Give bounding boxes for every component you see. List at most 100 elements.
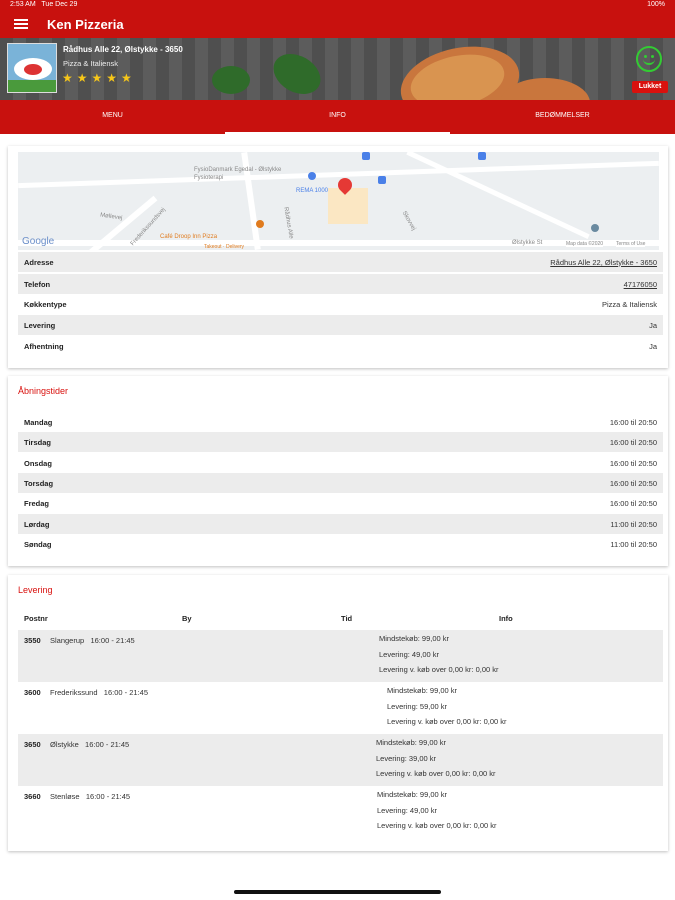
hours-day: Lørdag <box>24 519 50 529</box>
hours-row: Torsdag 16:00 til 20:50 <box>18 473 663 493</box>
hours-time: 11:00 til 20:50 <box>610 519 657 529</box>
hamburger-icon[interactable] <box>14 19 28 29</box>
hours-time: 16:00 til 20:50 <box>609 417 657 427</box>
map-view[interactable]: FysioDanmark Egedal - Ølstykke Fysiotera… <box>18 152 659 250</box>
min-order: Mindstekøb: 99,00 kr <box>376 738 447 747</box>
info-value: Pizza & Italiensk <box>601 299 657 309</box>
smiley-icon <box>636 46 662 72</box>
hours-time: 16:00 til 20:50 <box>609 437 657 447</box>
restaurant-cuisine: Pizza & Italiensk <box>63 59 119 68</box>
delivery-city-time: Slangerup 16:00 - 21:45 <box>50 636 135 645</box>
free-delivery-threshold: Levering v. køb over 0,00 kr: 0,00 kr <box>379 665 499 674</box>
tab-reviews[interactable]: BEDØMMELSER <box>450 100 675 134</box>
hours-day: Mandag <box>24 417 53 427</box>
info-key: Køkkentype <box>24 299 67 309</box>
delivery-postnr: 3660 <box>24 792 41 801</box>
map-label: Rådhus Alle <box>282 206 294 240</box>
hours-time: 11:00 til 20:50 <box>610 539 657 549</box>
app-bar: Ken Pizzeria <box>0 10 675 38</box>
free-delivery-threshold: Levering v. køb over 0,00 kr: 0,00 kr <box>387 717 507 726</box>
info-value: Ja <box>649 320 657 330</box>
tab-info[interactable]: INFO <box>225 100 450 134</box>
poi-icon <box>591 224 599 232</box>
delivery-fee: Levering: 39,00 kr <box>376 753 437 763</box>
delivery-row: 3600 Frederikssund 16:00 - 21:45 Mindste… <box>18 682 663 734</box>
status-bar: 2:53 AM Tue Dec 29 100% <box>0 0 675 10</box>
free-delivery-threshold: Levering v. køb over 0,00 kr: 0,00 kr <box>376 769 496 778</box>
restaurant-logo <box>7 43 57 93</box>
delivery-city-time: Ølstykke 16:00 - 21:45 <box>50 740 130 749</box>
delivery-postnr: 3600 <box>24 688 41 697</box>
tab-menu[interactable]: MENU <box>0 100 225 134</box>
delivery-row: 3660 Stenløse 16:00 - 21:45 Mindstekøb: … <box>18 786 663 838</box>
hours-row: Onsdag 16:00 til 20:50 <box>18 453 663 473</box>
hours-row: Søndag 11:00 til 20:50 <box>18 534 663 554</box>
min-order: Mindstekøb: 99,00 kr <box>379 634 450 643</box>
info-row-cuisine: Køkkentype Pizza & Italiensk <box>18 294 663 314</box>
delivery-title: Levering <box>18 585 53 595</box>
header-info: Info <box>499 614 513 623</box>
min-order: Mindstekøb: 99,00 kr <box>387 686 458 695</box>
free-delivery-threshold: Levering v. køb over 0,00 kr: 0,00 kr <box>377 821 497 830</box>
map-label: Skovvej <box>400 210 417 232</box>
map-label: Takeout · Delivery <box>204 244 245 250</box>
delivery-fee: Levering: 49,00 kr <box>377 805 438 815</box>
delivery-table-header: Postnr By Tid Info <box>18 614 663 628</box>
info-key: Afhentning <box>24 341 64 351</box>
header-by: By <box>182 614 192 623</box>
map-label: Map data ©2020 <box>566 241 604 247</box>
hours-day: Torsdag <box>24 478 54 488</box>
poi-icon <box>256 220 264 228</box>
tab-bar: MENU INFO BEDØMMELSER <box>0 100 675 134</box>
hours-day: Fredag <box>24 498 50 508</box>
map-label: FysioDanmark Egedal - Ølstykke Fysiotera… <box>194 167 282 181</box>
app-title: Ken Pizzeria <box>47 16 124 32</box>
hours-time: 16:00 til 20:50 <box>609 478 657 488</box>
status-time: 2:53 AM Tue Dec 29 <box>10 1 78 8</box>
info-key: Levering <box>24 320 56 330</box>
hours-time: 16:00 til 20:50 <box>609 458 657 468</box>
map-label: Ølstykke St <box>512 240 543 246</box>
address-link[interactable]: Rådhus Alle 22, Ølstykke - 3650 <box>550 258 657 267</box>
info-row-address: Adresse Rådhus Alle 22, Ølstykke - 3650 <box>18 252 663 272</box>
hours-row: Fredag 16:00 til 20:50 <box>18 493 663 513</box>
opening-hours-title: Åbningstider <box>18 386 69 396</box>
home-indicator[interactable] <box>234 890 441 894</box>
info-row-delivery: Levering Ja <box>18 315 663 335</box>
delivery-postnr: 3650 <box>24 740 41 749</box>
poi-icon <box>378 176 386 184</box>
map-terms-link[interactable]: Terms of Use <box>616 241 646 247</box>
delivery-info: Mindstekøb: 99,00 kr Levering: 49,00 kr … <box>379 631 499 678</box>
leaf-decoration <box>212 66 250 94</box>
info-card: FysioDanmark Egedal - Ølstykke Fysiotera… <box>8 146 668 368</box>
delivery-row: 3550 Slangerup 16:00 - 21:45 Mindstekøb:… <box>18 630 663 682</box>
hours-day: Onsdag <box>24 458 52 468</box>
poi-icon <box>362 152 370 160</box>
hours-time: 16:00 til 20:50 <box>609 498 657 508</box>
info-row-phone: Telefon 47176050 <box>18 274 663 294</box>
google-logo: Google <box>22 236 55 247</box>
info-key: Telefon <box>24 279 51 289</box>
delivery-info: Mindstekøb: 99,00 kr Levering: 49,00 kr … <box>377 787 497 834</box>
hours-row: Mandag 16:00 til 20:50 <box>18 412 663 432</box>
info-key: Adresse <box>24 257 54 267</box>
delivery-city-time: Frederikssund 16:00 - 21:45 <box>50 688 148 697</box>
delivery-info: Mindstekøb: 99,00 kr Levering: 59,00 kr … <box>387 683 507 730</box>
header-postnr: Postnr <box>24 614 48 623</box>
rating-stars: ★★★★★ <box>62 71 136 85</box>
status-badge: Lukket <box>632 81 668 93</box>
hours-row: Lørdag 11:00 til 20:50 <box>18 514 663 534</box>
delivery-fee: Levering: 59,00 kr <box>387 701 448 711</box>
leaf-decoration <box>266 45 328 100</box>
map-label: Café Droop Inn Pizza <box>160 234 218 240</box>
delivery-city-time: Stenløse 16:00 - 21:45 <box>50 792 131 801</box>
info-row-pickup: Afhentning Ja <box>18 336 663 356</box>
phone-link[interactable]: 47176050 <box>624 280 657 289</box>
map-label: REMA 1000 <box>296 188 329 194</box>
delivery-row: 3650 Ølstykke 16:00 - 21:45 Mindstekøb: … <box>18 734 663 786</box>
map-label: Møllevej <box>99 212 123 222</box>
header-tid: Tid <box>341 614 353 623</box>
poi-icon <box>478 152 486 160</box>
hours-day: Søndag <box>24 539 52 549</box>
hours-row: Tirsdag 16:00 til 20:50 <box>18 432 663 452</box>
